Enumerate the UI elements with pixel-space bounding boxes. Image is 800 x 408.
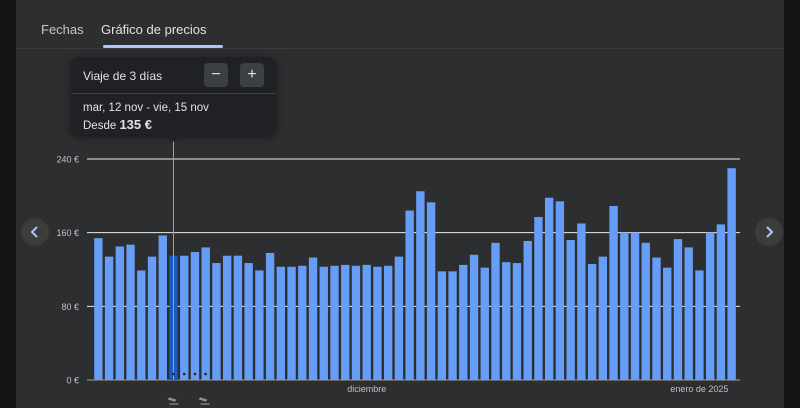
trip-price: Desde 135 €: [83, 117, 152, 132]
price-bar[interactable]: [265, 252, 275, 380]
chart-bars: [94, 168, 736, 380]
price-bar[interactable]: [308, 257, 318, 380]
price-tooltip: Viaje de 3 días − + mar, 12 nov - vie, 1…: [71, 57, 276, 135]
price-bar[interactable]: [394, 256, 404, 380]
price-bar[interactable]: [244, 263, 253, 380]
price-bar[interactable]: [437, 271, 447, 380]
y-tick-label: 240 €: [56, 155, 79, 165]
y-tick-label: 0 €: [66, 376, 79, 386]
price-bar[interactable]: [577, 223, 586, 380]
price-bar[interactable]: [222, 255, 232, 380]
price-bar[interactable]: [351, 265, 361, 380]
plus-icon: +: [247, 66, 257, 83]
price-bar[interactable]: [405, 210, 414, 380]
price-bar[interactable]: [190, 252, 200, 380]
tooltip-divider: [71, 93, 276, 94]
flight-icons: [167, 397, 210, 405]
price-bar[interactable]: [587, 263, 597, 380]
price-bar[interactable]: [630, 232, 640, 380]
chevron-left-icon: [30, 226, 38, 238]
price-bar[interactable]: [448, 271, 457, 380]
price-bar[interactable]: [491, 242, 500, 380]
price-bar[interactable]: [727, 168, 736, 380]
prev-dates-button[interactable]: [21, 218, 49, 246]
price-bar[interactable]: [383, 265, 393, 380]
price-bar[interactable]: [212, 263, 221, 380]
price-bar[interactable]: [201, 247, 210, 380]
tooltip-pointer: [167, 134, 181, 142]
increase-trip-button[interactable]: +: [240, 63, 264, 87]
price-bar[interactable]: [620, 232, 629, 380]
y-tick-label: 80 €: [61, 302, 79, 312]
price-bar[interactable]: [555, 201, 565, 380]
price-bar[interactable]: [276, 266, 286, 380]
price-bar[interactable]: [469, 254, 479, 380]
price-bar[interactable]: [362, 264, 371, 380]
price-bar[interactable]: [705, 232, 715, 380]
price-bar[interactable]: [609, 205, 618, 380]
price-bar[interactable]: [598, 256, 608, 380]
price-prefix: Desde: [83, 120, 117, 132]
trip-length-label: Viaje de 3 días: [83, 69, 163, 83]
price-bar[interactable]: [104, 256, 114, 380]
price-bar[interactable]: [502, 262, 511, 380]
price-bar[interactable]: [426, 202, 436, 380]
price-bar[interactable]: [544, 197, 554, 380]
price-bar[interactable]: [684, 247, 693, 380]
price-bar[interactable]: [115, 246, 125, 380]
price-bar[interactable]: [126, 244, 135, 380]
range-dot: [172, 372, 175, 376]
price-bar[interactable]: [287, 266, 296, 380]
price-bar[interactable]: [416, 191, 425, 380]
price-bar[interactable]: [663, 267, 672, 380]
price-bar[interactable]: [158, 235, 167, 380]
price-bar[interactable]: [512, 263, 522, 380]
price-value: 135 €: [119, 117, 152, 132]
y-axis-labels: 0 € 80 € 160 € 240 €: [56, 155, 79, 386]
x-axis-labels: diciembre enero de 2025: [347, 384, 728, 394]
price-bar[interactable]: [147, 256, 157, 380]
price-bar[interactable]: [137, 270, 146, 380]
price-bar[interactable]: [641, 242, 650, 380]
chevron-right-icon: [766, 226, 774, 238]
price-bar[interactable]: [373, 266, 382, 380]
price-bar[interactable]: [534, 217, 543, 380]
y-tick-label: 160 €: [56, 228, 79, 238]
flight-takeoff-icon: [167, 397, 179, 405]
range-dot: [182, 372, 186, 376]
range-dot: [204, 372, 207, 376]
price-bar[interactable]: [716, 224, 726, 380]
price-bar[interactable]: [233, 255, 243, 380]
minus-icon: −: [211, 66, 221, 83]
trip-dates: mar, 12 nov - vie, 15 nov: [83, 102, 209, 114]
price-bar[interactable]: [94, 238, 103, 380]
x-tick-label: diciembre: [347, 384, 386, 394]
price-bar[interactable]: [255, 270, 264, 380]
price-bar[interactable]: [523, 240, 532, 380]
range-dot: [193, 372, 197, 376]
price-bar[interactable]: [319, 266, 328, 380]
price-bar[interactable]: [673, 239, 683, 380]
price-bar[interactable]: [180, 255, 189, 380]
price-bar[interactable]: [341, 264, 350, 380]
price-bar[interactable]: [566, 240, 575, 380]
x-tick-label: enero de 2025: [670, 384, 728, 394]
price-bar[interactable]: [330, 265, 339, 380]
price-bar[interactable]: [298, 265, 307, 380]
decrease-trip-button[interactable]: −: [204, 63, 228, 87]
flight-return-icon: [198, 397, 210, 405]
price-bar[interactable]: [652, 257, 661, 380]
price-bar[interactable]: [695, 270, 704, 380]
price-bar[interactable]: [480, 267, 489, 380]
price-bar[interactable]: [459, 264, 468, 380]
next-dates-button[interactable]: [755, 218, 783, 246]
